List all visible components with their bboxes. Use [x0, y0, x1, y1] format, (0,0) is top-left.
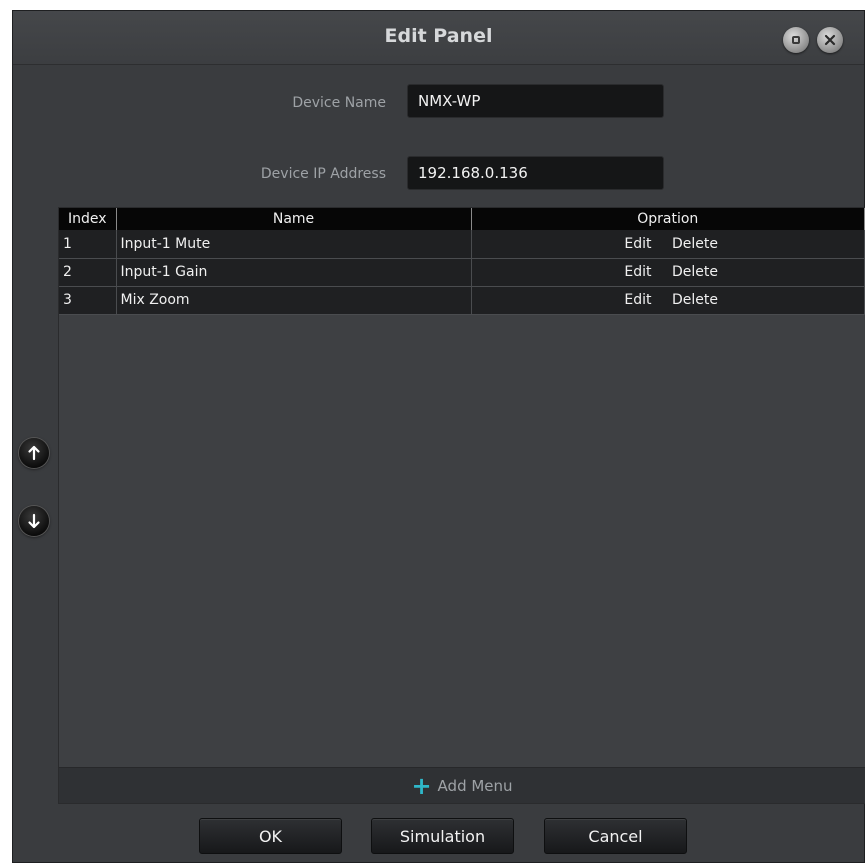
title-bar[interactable]: Edit Panel [13, 11, 864, 65]
row-name: Mix Zoom [116, 286, 472, 315]
table-row[interactable]: 3 Mix Zoom Edit Delete [59, 286, 865, 315]
column-header-name[interactable]: Name [116, 208, 472, 230]
table-row[interactable]: 1 Input-1 Mute Edit Delete [59, 230, 865, 259]
move-up-button[interactable] [19, 438, 49, 468]
simulation-button[interactable]: Simulation [371, 818, 514, 854]
row-index: 1 [59, 230, 117, 259]
row-index: 2 [59, 258, 117, 287]
arrow-up-icon [28, 445, 40, 461]
close-button[interactable] [817, 27, 843, 53]
window-title: Edit Panel [384, 25, 493, 47]
row-operations: Edit Delete [471, 286, 865, 315]
table-header-row: Index Name Opration [59, 208, 865, 230]
device-ip-field[interactable]: 192.168.0.136 [407, 156, 664, 190]
delete-link[interactable]: Delete [672, 236, 718, 252]
edit-link[interactable]: Edit [624, 236, 651, 252]
add-menu-label: Add Menu [437, 776, 513, 795]
column-header-index[interactable]: Index [59, 208, 117, 230]
restore-button[interactable] [783, 27, 809, 53]
cancel-button[interactable]: Cancel [544, 818, 687, 854]
ok-button[interactable]: OK [199, 818, 342, 854]
edit-panel-window: Edit Panel Device Name NMX-WP Device IP … [12, 10, 865, 863]
menu-table: Index Name Opration 1 Input-1 Mute Edit … [59, 208, 865, 315]
row-name: Input-1 Gain [116, 258, 472, 287]
arrow-down-icon [28, 513, 40, 529]
device-ip-label: Device IP Address [260, 166, 386, 182]
add-menu-button[interactable]: + Add Menu [59, 767, 865, 803]
row-index: 3 [59, 286, 117, 315]
device-name-label: Device Name [292, 95, 386, 111]
move-down-button[interactable] [19, 506, 49, 536]
plus-icon: + [411, 771, 432, 800]
menu-table-area: Index Name Opration 1 Input-1 Mute Edit … [58, 207, 865, 804]
column-header-operation[interactable]: Opration [471, 208, 865, 230]
row-operations: Edit Delete [471, 258, 865, 287]
edit-link[interactable]: Edit [624, 264, 651, 280]
close-icon [824, 34, 836, 46]
delete-link[interactable]: Delete [672, 264, 718, 280]
table-row[interactable]: 2 Input-1 Gain Edit Delete [59, 258, 865, 287]
row-name: Input-1 Mute [116, 230, 472, 259]
device-name-field[interactable]: NMX-WP [407, 84, 664, 118]
edit-link[interactable]: Edit [624, 292, 651, 308]
row-operations: Edit Delete [471, 230, 865, 259]
restore-icon [792, 36, 800, 44]
delete-link[interactable]: Delete [672, 292, 718, 308]
